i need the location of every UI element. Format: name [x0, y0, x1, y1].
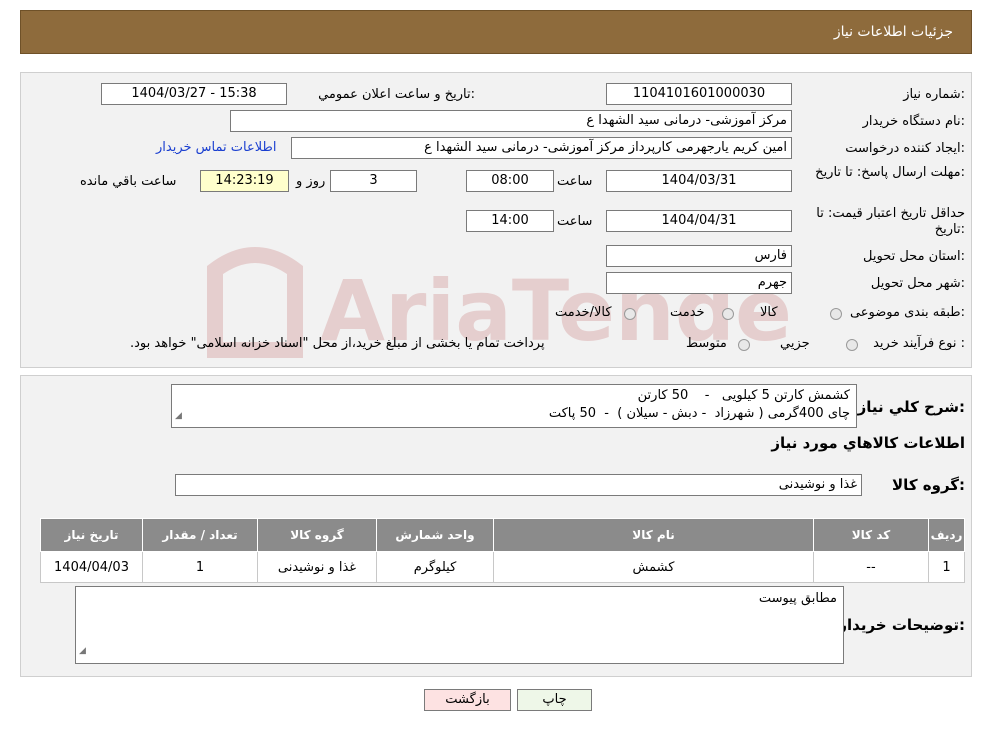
- cell-row-number: 1: [928, 551, 965, 583]
- col-quantity: تعداد / مقدار: [142, 518, 258, 552]
- page-header: جزئيات اطلاعات نياز: [20, 10, 972, 54]
- buyer-notes-text: مطابق پیوست: [758, 591, 837, 606]
- city-field: جهرم: [606, 272, 792, 294]
- deadline-time-field: 08:00: [466, 170, 554, 192]
- col-unit: واحد شمارش: [376, 518, 494, 552]
- cell-item-code: --: [813, 551, 929, 583]
- cell-need-date: 1404/04/03: [40, 551, 143, 583]
- summary-line-2: چای 400گرمی ( شهرزاد - دبش - سیلان ) - 5…: [548, 406, 850, 421]
- goods-group-field: غذا و نوشیدنی: [175, 474, 862, 496]
- deadline-date-field: 1404/03/31: [606, 170, 792, 192]
- cell-quantity: 1: [142, 551, 258, 583]
- deadline-time-label: ساعت: [557, 174, 593, 189]
- print-button[interactable]: چاپ: [517, 689, 592, 711]
- goods-group-label: گروه کالا:: [892, 476, 965, 494]
- col-item-code: کد کالا: [813, 518, 929, 552]
- remaining-time-label: ساعت باقي مانده: [80, 174, 177, 189]
- price-validity-time-label: ساعت: [557, 214, 593, 229]
- buyer-org-label: نام دستگاه خريدار:: [862, 114, 965, 129]
- buyer-notes-textarea: مطابق پیوست ◢: [75, 586, 844, 664]
- process-medium-label: متوسط: [686, 336, 727, 351]
- goods-table: رديف کد کالا نام کالا واحد شمارش گروه کا…: [40, 518, 965, 583]
- category-service-radio[interactable]: [722, 308, 734, 320]
- province-field: فارس: [606, 245, 792, 267]
- announce-date-label: تاريخ و ساعت اعلان عمومي:: [318, 87, 475, 102]
- summary-textarea: کشمش کارتن 5 کیلویی - 50 کارتن چای 400گر…: [171, 384, 857, 428]
- process-minor-label: جزيي: [780, 336, 810, 351]
- city-label: شهر محل تحويل:: [870, 276, 965, 291]
- col-goods-group: گروه کالا: [257, 518, 377, 552]
- process-type-label: نوع فرآيند خريد :: [873, 336, 965, 351]
- days-remaining-field: 3: [330, 170, 417, 192]
- col-item-name: نام کالا: [493, 518, 814, 552]
- process-medium-radio[interactable]: [738, 339, 750, 351]
- deadline-label: مهلت ارسال پاسخ: تا تاريخ:: [815, 165, 965, 180]
- cell-item-name: کشمش: [493, 551, 814, 583]
- table-row: 1 -- کشمش کیلوگرم غذا و نوشیدنی 1 1404/0…: [40, 551, 965, 583]
- announce-date-field: 1404/03/27 - 15:38: [101, 83, 287, 105]
- price-validity-date-field: 1404/04/31: [606, 210, 792, 232]
- days-label: روز و: [296, 174, 326, 189]
- goods-info-title: اطلاعات کالاهاي مورد نياز: [771, 434, 965, 452]
- process-minor-radio[interactable]: [846, 339, 858, 351]
- need-number-field: 1104101601000030: [606, 83, 792, 105]
- buyer-org-field: مرکز آموزشی- درمانی سید الشهدا ع: [230, 110, 792, 132]
- page-title: جزئيات اطلاعات نياز: [833, 24, 953, 40]
- cell-goods-group: غذا و نوشیدنی: [257, 551, 377, 583]
- price-validity-time-field: 14:00: [466, 210, 554, 232]
- creator-label: ايجاد کننده درخواست:: [845, 141, 965, 156]
- province-label: استان محل تحويل:: [863, 249, 965, 264]
- category-goods-label: کالا: [760, 305, 778, 320]
- remaining-time-field: 14:23:19: [200, 170, 289, 192]
- buyer-notes-label: توضيحات خريدار:: [838, 616, 965, 634]
- category-service-label: خدمت: [670, 305, 705, 320]
- buyer-contact-link[interactable]: اطلاعات تماس خريدار: [156, 140, 276, 155]
- resize-handle-icon[interactable]: ◢: [79, 642, 86, 661]
- need-number-label: شماره نياز:: [903, 87, 965, 102]
- back-button[interactable]: بازگشت: [424, 689, 511, 711]
- summary-line-1: کشمش کارتن 5 کیلویی - 50 کارتن: [637, 388, 850, 403]
- cell-unit: کیلوگرم: [376, 551, 494, 583]
- category-goods-radio[interactable]: [830, 308, 842, 320]
- creator-field: امین کریم یارجهرمی کارپرداز مرکز آموزشی-…: [291, 137, 792, 159]
- col-need-date: تاريخ نياز: [40, 518, 143, 552]
- price-validity-label: حداقل تاريخ اعتبار قيمت: تا تاريخ:: [816, 206, 965, 237]
- category-goods-service-label: کالا/خدمت: [555, 305, 612, 320]
- category-goods-service-radio[interactable]: [624, 308, 636, 320]
- summary-label: شرح کلي نياز:: [857, 398, 965, 416]
- process-payment-note: پرداخت تمام يا بخشی از مبلغ خريد،از محل …: [130, 336, 545, 351]
- resize-handle-icon[interactable]: ◢: [175, 407, 182, 425]
- goods-table-header: رديف کد کالا نام کالا واحد شمارش گروه کا…: [40, 518, 965, 552]
- col-row-number: رديف: [928, 518, 965, 552]
- category-label: طبقه بندی موضوعی:: [849, 305, 965, 320]
